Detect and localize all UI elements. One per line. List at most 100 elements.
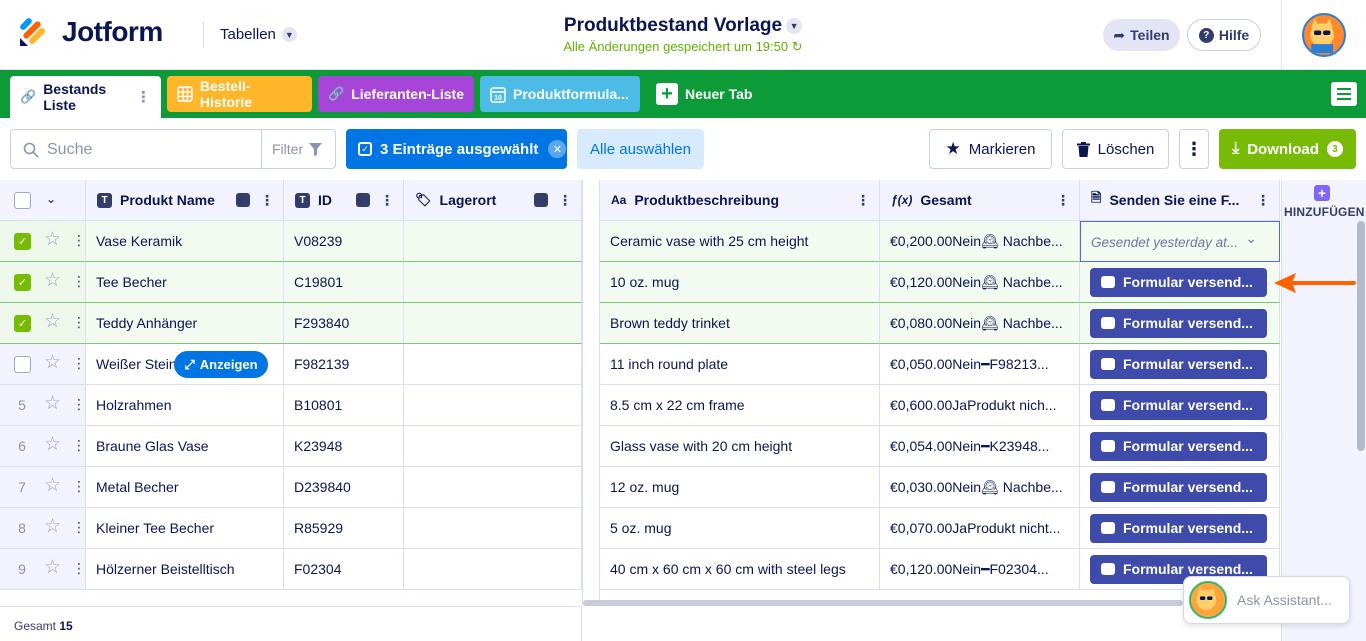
cell-lagerort[interactable] (404, 303, 582, 344)
cell-produkt-name[interactable]: Vase Keramik (86, 221, 284, 262)
column-menu-icon[interactable]: ⋮ (260, 192, 274, 209)
cell-produkt-name[interactable]: Holzrahmen (86, 385, 284, 426)
search-input[interactable]: Suche Filter (10, 129, 336, 169)
cell-gesamt[interactable]: €0,120.00Nein🕰 Nachbe... (880, 262, 1080, 303)
cell-id[interactable]: R85929 (284, 508, 404, 549)
table-row[interactable]: ✓ ☆ ⋮ Teddy Anhänger F293840 Brown teddy trin… (0, 303, 1280, 344)
column-menu-icon[interactable]: ⋮ (1056, 192, 1070, 209)
cell-produkt-name[interactable]: Hölzerner Beistelltisch (86, 549, 284, 590)
send-form-button[interactable]: Formular versend... (1090, 350, 1267, 379)
row-menu-icon[interactable]: ⋮ (72, 314, 86, 331)
cell-produktbeschreibung[interactable]: 40 cm x 60 cm x 60 cm with steel legs (600, 549, 880, 590)
cell-gesamt[interactable]: €0,120.00Nein━F02304... (880, 549, 1080, 590)
download-button[interactable]: ⤓ Download 3 (1219, 129, 1356, 169)
cell-lagerort[interactable] (404, 508, 582, 549)
cell-lagerort[interactable] (404, 221, 582, 262)
cell-form[interactable]: Formular versend... (1080, 467, 1280, 508)
row-menu-icon[interactable]: ⋮ (72, 273, 86, 290)
chevron-down-icon[interactable]: ⌄ (1245, 222, 1257, 259)
cell-produktbeschreibung[interactable]: 11 inch round plate (600, 344, 880, 385)
star-icon[interactable]: ☆ (44, 230, 61, 250)
star-icon[interactable]: ☆ (44, 435, 61, 455)
cell-gesamt[interactable]: €0,050.00Nein━F98213... (880, 344, 1080, 385)
pin-icon[interactable] (534, 193, 548, 207)
chevron-down-icon[interactable]: ⌄ (46, 192, 56, 206)
cell-id[interactable]: F293840 (284, 303, 404, 344)
delete-button[interactable]: Löschen (1062, 129, 1169, 169)
tab-bestell-historie[interactable]: Bestell-Historie (167, 76, 312, 112)
vertical-scrollbar[interactable] (1357, 221, 1365, 451)
cell-id[interactable]: D239840 (284, 467, 404, 508)
cell-produkt-name[interactable]: Braune Glas Vase (86, 426, 284, 467)
row-menu-icon[interactable]: ⋮ (72, 437, 86, 454)
ask-assistant-button[interactable]: Ask Assistant... (1183, 576, 1350, 624)
hamburger-menu-icon[interactable] (1331, 82, 1357, 106)
cell-form[interactable]: Gesendet yesterday at... ⌄ (1080, 221, 1280, 262)
cell-gesamt[interactable]: €0,054.00Nein━K23948... (880, 426, 1080, 467)
close-icon[interactable]: ✕ (548, 140, 567, 158)
add-column-button[interactable]: + HINZUFÜGEN (1281, 180, 1366, 641)
help-button[interactable]: ? Hilfe (1187, 19, 1261, 51)
cell-id[interactable]: F02304 (284, 549, 404, 590)
cell-form[interactable]: Formular versend... (1080, 508, 1280, 549)
column-menu-icon[interactable]: ⋮ (856, 192, 870, 209)
cell-produktbeschreibung[interactable]: Brown teddy trinket (600, 303, 880, 344)
cell-gesamt[interactable]: €0,080.00Nein🕰 Nachbe... (880, 303, 1080, 344)
select-all-checkbox[interactable] (14, 192, 31, 209)
row-checkbox[interactable]: ✓ (14, 233, 31, 250)
send-form-button[interactable]: Formular versend... (1090, 432, 1267, 461)
table-row[interactable]: ✓ ☆ ⋮ Tee Becher C19801 10 oz. mug €0,120.00Ne… (0, 262, 1280, 303)
cell-produktbeschreibung[interactable]: 5 oz. mug (600, 508, 880, 549)
new-tab-button[interactable]: + Neuer Tab (646, 76, 766, 112)
row-checkbox[interactable]: ✓ (14, 274, 31, 291)
row-menu-icon[interactable]: ⋮ (72, 232, 86, 249)
row-menu-icon[interactable]: ⋮ (72, 560, 86, 577)
horizontal-scrollbar[interactable] (583, 600, 1183, 606)
mark-button[interactable]: ★ Markieren (929, 129, 1052, 169)
table-row[interactable]: 7 ☆ ⋮ Metal Becher D239840 12 oz. mug €0,030.0… (0, 467, 1280, 508)
cell-form[interactable]: Formular versend... (1080, 426, 1280, 467)
cell-id[interactable]: B10801 (284, 385, 404, 426)
selected-entries-button[interactable]: ✓ 3 Einträge ausgewählt ✕ (346, 129, 567, 169)
cell-lagerort[interactable] (404, 426, 582, 467)
table-row[interactable]: 8 ☆ ⋮ Kleiner Tee Becher R85929 5 oz. mug €0,0… (0, 508, 1280, 549)
row-menu-icon[interactable]: ⋮ (72, 519, 86, 536)
select-all-button[interactable]: Alle auswählen (577, 129, 704, 169)
star-icon[interactable]: ☆ (44, 394, 61, 414)
star-icon[interactable]: ☆ (44, 312, 61, 332)
row-menu-icon[interactable]: ⋮ (72, 478, 86, 495)
cell-gesamt[interactable]: €0,200.00Nein🕰 Nachbe... (880, 221, 1080, 262)
column-header-lagerort[interactable]: 🏷 Lagerort ⋮ (404, 180, 582, 221)
tab-more-icon[interactable]: ⋮ (136, 88, 151, 106)
tab-lieferanten-liste[interactable]: 🔗 Lieferanten-Liste (318, 76, 474, 112)
column-menu-icon[interactable]: ⋮ (558, 192, 572, 209)
star-icon[interactable]: ☆ (44, 353, 61, 373)
send-form-button[interactable]: Formular versend... (1090, 391, 1267, 420)
column-menu-icon[interactable]: ⋮ (380, 192, 394, 209)
send-form-button[interactable]: Formular versend... (1090, 473, 1267, 502)
cell-gesamt[interactable]: €0,600.00JaProdukt nich... (880, 385, 1080, 426)
column-header-form[interactable]: 🗎 Senden Sie eine F... ⋮ (1080, 180, 1280, 221)
tab-bestands-liste[interactable]: 🔗 Bestands Liste ⋮ (10, 76, 161, 118)
cell-gesamt[interactable]: €0,030.00Nein🕰 Nachbe... (880, 467, 1080, 508)
star-icon[interactable]: ☆ (44, 271, 61, 291)
column-header-produkt-name[interactable]: T Produkt Name ⋮ (86, 180, 284, 221)
cell-produktbeschreibung[interactable]: Glass vase with 20 cm height (600, 426, 880, 467)
cell-gesamt[interactable]: €0,070.00JaProdukt nicht... (880, 508, 1080, 549)
star-icon[interactable]: ☆ (44, 558, 61, 578)
row-checkbox[interactable] (14, 356, 31, 373)
row-checkbox[interactable]: ✓ (14, 315, 31, 332)
cell-produktbeschreibung[interactable]: 12 oz. mug (600, 467, 880, 508)
cell-produktbeschreibung[interactable]: 10 oz. mug (600, 262, 880, 303)
cell-produkt-name[interactable]: Tee Becher (86, 262, 284, 303)
avatar[interactable] (1302, 13, 1346, 57)
column-header-gesamt[interactable]: ƒ(x) Gesamt ⋮ (880, 180, 1080, 221)
column-header-id[interactable]: T ID ⋮ (284, 180, 404, 221)
cell-id[interactable]: F982139 (284, 344, 404, 385)
tab-produktformular[interactable]: 10 Produktformula... (480, 76, 640, 112)
cell-produkt-name[interactable]: Kleiner Tee Becher (86, 508, 284, 549)
column-menu-icon[interactable]: ⋮ (1256, 192, 1270, 209)
pin-icon[interactable] (236, 193, 250, 207)
cell-form[interactable]: Formular versend... (1080, 262, 1280, 303)
table-row[interactable]: 9 ☆ ⋮ Hölzerner Beistelltisch F02304 40 cm x … (0, 549, 1280, 590)
